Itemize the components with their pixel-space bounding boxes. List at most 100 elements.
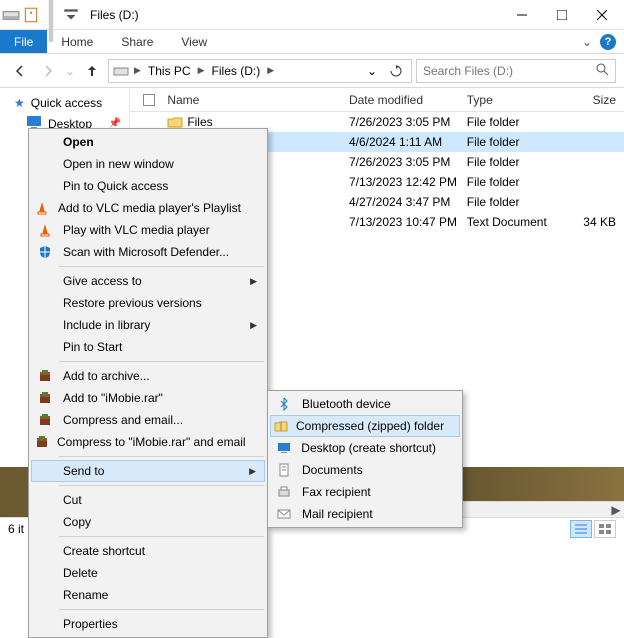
- sendto-submenu: Bluetooth device Compressed (zipped) fol…: [267, 390, 463, 528]
- refresh-icon[interactable]: [385, 65, 407, 77]
- ctx-pin-start[interactable]: Pin to Start: [31, 336, 265, 358]
- document-icon: [274, 462, 294, 478]
- status-item-count: 6 it: [8, 522, 24, 536]
- file-type: Text Document: [467, 215, 565, 229]
- ctx-give-access[interactable]: Give access to▶: [31, 270, 265, 292]
- search-box[interactable]: [416, 59, 616, 83]
- mail-icon: [274, 506, 294, 522]
- col-type[interactable]: Type: [467, 93, 565, 107]
- scroll-right-icon[interactable]: ▶: [608, 503, 624, 517]
- sendto-bluetooth[interactable]: Bluetooth device: [270, 393, 460, 415]
- ctx-rename[interactable]: Rename: [31, 584, 265, 606]
- file-type: File folder: [467, 155, 565, 169]
- ctx-send-to[interactable]: Send to▶: [31, 460, 265, 482]
- address-dropdown-icon[interactable]: ⌄: [361, 64, 383, 78]
- desktop-icon: [274, 440, 293, 456]
- ctx-pin-quick-access[interactable]: Pin to Quick access: [31, 175, 265, 197]
- file-type: File folder: [467, 195, 565, 209]
- file-tab[interactable]: File: [0, 30, 47, 53]
- forward-button[interactable]: [36, 59, 60, 83]
- chevron-right-icon[interactable]: ▶: [264, 65, 277, 76]
- file-date: 4/6/2024 1:11 AM: [349, 135, 467, 149]
- drive-icon: [2, 6, 20, 24]
- file-date: 4/27/2024 3:47 PM: [349, 195, 467, 209]
- breadcrumb-this-pc[interactable]: This PC: [146, 64, 193, 78]
- ctx-add-archive[interactable]: Add to archive...: [31, 365, 265, 387]
- file-name: Files: [187, 115, 212, 129]
- ctx-open-new-window[interactable]: Open in new window: [31, 153, 265, 175]
- ribbon-expand-icon[interactable]: ⌄: [582, 35, 592, 49]
- help-icon[interactable]: ?: [600, 34, 616, 50]
- chevron-right-icon[interactable]: ▶: [131, 65, 144, 76]
- qat-dropdown-icon[interactable]: [62, 6, 80, 24]
- file-type: File folder: [467, 115, 565, 129]
- ctx-add-vlc-playlist[interactable]: Add to VLC media player's Playlist: [31, 197, 265, 219]
- navbar: ⌄ ▶ This PC ▶ Files (D:) ▶ ⌄: [0, 54, 624, 88]
- sendto-documents[interactable]: Documents: [270, 459, 460, 481]
- winrar-icon: [35, 368, 55, 384]
- ctx-open[interactable]: Open: [31, 131, 265, 153]
- up-button[interactable]: [80, 59, 104, 83]
- titlebar: Files (D:): [0, 0, 624, 30]
- sendto-zipped[interactable]: Compressed (zipped) folder: [270, 415, 460, 437]
- ctx-include-library[interactable]: Include in library▶: [31, 314, 265, 336]
- chevron-right-icon: ▶: [249, 466, 256, 477]
- ctx-cut[interactable]: Cut: [31, 489, 265, 511]
- file-type: File folder: [467, 175, 565, 189]
- file-type: File folder: [467, 135, 565, 149]
- properties-icon[interactable]: [22, 6, 40, 24]
- sidebar-quick-access[interactable]: ★ Quick access: [0, 94, 129, 112]
- breadcrumb[interactable]: ▶ This PC ▶ Files (D:) ▶ ⌄: [108, 59, 412, 83]
- col-date[interactable]: Date modified: [349, 93, 467, 107]
- vlc-icon: [35, 222, 55, 238]
- sidebar-item-label: Quick access: [31, 96, 102, 110]
- ctx-delete[interactable]: Delete: [31, 562, 265, 584]
- ctx-compress-rar-email[interactable]: Compress to "iMobie.rar" and email: [31, 431, 265, 453]
- window-title: Files (D:): [90, 8, 139, 22]
- ctx-copy[interactable]: Copy: [31, 511, 265, 533]
- search-icon[interactable]: [596, 63, 609, 79]
- file-size: 34 KB: [565, 215, 624, 229]
- ctx-create-shortcut[interactable]: Create shortcut: [31, 540, 265, 562]
- ctx-compress-email[interactable]: Compress and email...: [31, 409, 265, 431]
- sendto-fax[interactable]: Fax recipient: [270, 481, 460, 503]
- drive-icon: [113, 63, 129, 79]
- bluetooth-icon: [274, 396, 294, 412]
- star-icon: ★: [14, 96, 25, 110]
- chevron-right-icon: ▶: [250, 320, 257, 331]
- chevron-right-icon: ▶: [250, 276, 257, 287]
- sendto-mail[interactable]: Mail recipient: [270, 503, 460, 525]
- ctx-restore-versions[interactable]: Restore previous versions: [31, 292, 265, 314]
- tab-view[interactable]: View: [167, 30, 221, 53]
- ctx-play-vlc[interactable]: Play with VLC media player: [31, 219, 265, 241]
- minimize-button[interactable]: [502, 1, 542, 29]
- tab-share[interactable]: Share: [107, 30, 167, 53]
- search-input[interactable]: [423, 64, 592, 78]
- col-name[interactable]: Name: [167, 93, 349, 107]
- select-all-checkbox[interactable]: [143, 94, 155, 106]
- fax-icon: [274, 484, 294, 500]
- col-size[interactable]: Size: [565, 93, 624, 107]
- zip-folder-icon: [274, 418, 288, 434]
- back-button[interactable]: [8, 59, 32, 83]
- vlc-icon: [35, 200, 50, 216]
- ctx-properties[interactable]: Properties: [31, 613, 265, 635]
- maximize-button[interactable]: [542, 1, 582, 29]
- close-button[interactable]: [582, 1, 622, 29]
- ctx-add-rar[interactable]: Add to "iMobie.rar": [31, 387, 265, 409]
- column-headers: Name Date modified Type Size: [130, 88, 624, 112]
- view-details-icon[interactable]: [570, 520, 592, 538]
- recent-dropdown[interactable]: ⌄: [64, 59, 76, 83]
- context-menu: Open Open in new window Pin to Quick acc…: [28, 128, 268, 638]
- winrar-icon: [35, 434, 49, 450]
- sendto-desktop-shortcut[interactable]: Desktop (create shortcut): [270, 437, 460, 459]
- shield-icon: [35, 244, 55, 260]
- file-date: 7/26/2023 3:05 PM: [349, 155, 467, 169]
- ribbon: File Home Share View ⌄ ?: [0, 30, 624, 54]
- view-thumbnails-icon[interactable]: [594, 520, 616, 538]
- breadcrumb-drive[interactable]: Files (D:): [210, 64, 263, 78]
- ctx-defender-scan[interactable]: Scan with Microsoft Defender...: [31, 241, 265, 263]
- file-date: 7/26/2023 3:05 PM: [349, 115, 467, 129]
- tab-home[interactable]: Home: [47, 30, 107, 53]
- chevron-right-icon[interactable]: ▶: [195, 65, 208, 76]
